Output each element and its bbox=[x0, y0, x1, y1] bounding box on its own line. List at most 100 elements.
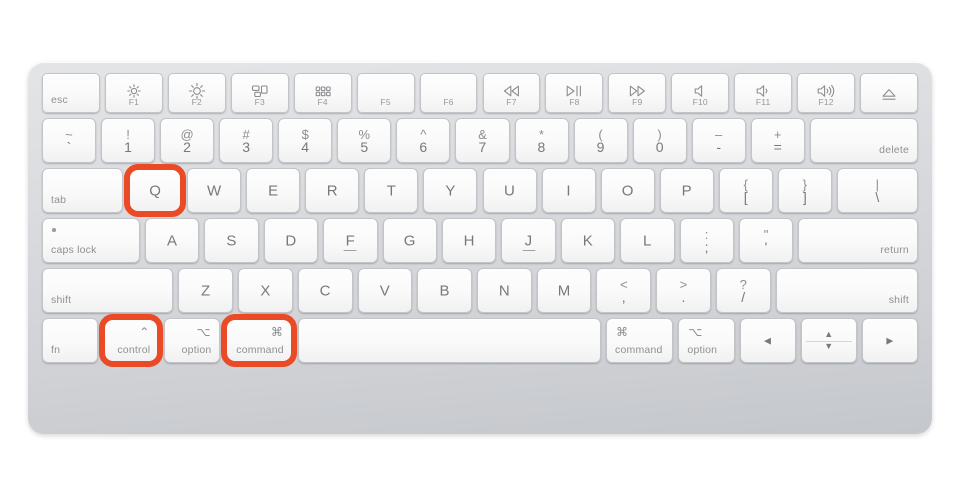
key-arrow-right[interactable]: ▶ bbox=[861, 318, 918, 363]
key-label: control bbox=[117, 343, 151, 356]
key-arrow-left[interactable]: ◀ bbox=[739, 318, 796, 363]
key-e[interactable]: E bbox=[246, 168, 301, 213]
key-control[interactable]: ⌃ control bbox=[103, 318, 160, 363]
key-backtick[interactable]: ~ ` bbox=[42, 118, 97, 163]
arrow-up-icon[interactable]: ▲ bbox=[802, 330, 856, 339]
key-quote[interactable]: " ' bbox=[738, 218, 794, 263]
key-f[interactable]: F bbox=[323, 218, 378, 263]
key-arrow-updown[interactable]: ▲ ▼ bbox=[800, 318, 857, 363]
key-period[interactable]: >. bbox=[656, 268, 711, 313]
key-command-right[interactable]: ⌘ command bbox=[606, 318, 674, 363]
key-bracket-left[interactable]: {[ bbox=[718, 168, 773, 213]
key-f12[interactable]: F12 bbox=[797, 73, 856, 113]
key-f4[interactable]: F4 bbox=[293, 73, 352, 113]
key-t[interactable]: T bbox=[364, 168, 419, 213]
key-caps-lock[interactable]: caps lock bbox=[42, 218, 140, 263]
key-caption: F6 bbox=[443, 96, 454, 107]
key-r[interactable]: R bbox=[305, 168, 360, 213]
arrow-down-icon[interactable]: ▼ bbox=[802, 342, 856, 351]
key-semicolon[interactable]: :; bbox=[679, 218, 734, 263]
key-label: Z bbox=[201, 282, 211, 299]
key-bracket-right[interactable]: }] bbox=[777, 168, 832, 213]
key-v[interactable]: V bbox=[357, 268, 413, 313]
key-one[interactable]: ! 1 bbox=[101, 118, 156, 163]
key-i[interactable]: I bbox=[541, 168, 596, 213]
key-f9[interactable]: F9 bbox=[608, 73, 667, 113]
key-label: P bbox=[681, 182, 692, 199]
key-a[interactable]: A bbox=[144, 218, 200, 263]
key-b[interactable]: B bbox=[417, 268, 472, 313]
key-shift-left[interactable]: shift bbox=[42, 268, 174, 313]
key-legend-lower: 2 bbox=[183, 138, 192, 155]
key-nine[interactable]: (9 bbox=[573, 118, 628, 163]
key-f5[interactable]: F5 bbox=[356, 73, 415, 113]
key-comma[interactable]: <, bbox=[596, 268, 652, 313]
key-minus[interactable]: – - bbox=[691, 118, 746, 163]
key-delete[interactable]: delete bbox=[809, 118, 918, 163]
key-five[interactable]: % 5 bbox=[337, 118, 392, 163]
key-tab[interactable]: tab bbox=[42, 168, 124, 213]
key-f7[interactable]: F7 bbox=[482, 73, 541, 113]
key-h[interactable]: H bbox=[441, 218, 497, 263]
key-q[interactable]: Q bbox=[128, 168, 183, 213]
key-j[interactable]: J bbox=[501, 218, 556, 263]
key-label: V bbox=[379, 282, 391, 299]
key-f11[interactable]: F11 bbox=[734, 73, 793, 113]
key-label: delete bbox=[879, 143, 909, 156]
key-legend-lower: 6 bbox=[419, 138, 428, 155]
key-caption: F3 bbox=[254, 96, 265, 107]
key-eight[interactable]: * 8 bbox=[514, 118, 569, 163]
key-g[interactable]: G bbox=[382, 218, 437, 263]
key-p[interactable]: P bbox=[659, 168, 714, 213]
key-equal[interactable]: + = bbox=[750, 118, 805, 163]
key-six[interactable]: ^ 6 bbox=[396, 118, 451, 163]
key-caption: F4 bbox=[317, 96, 328, 107]
key-seven[interactable]: & 7 bbox=[455, 118, 510, 163]
key-legend-lower: = bbox=[773, 138, 783, 155]
key-label: J bbox=[524, 232, 533, 249]
key-command-left[interactable]: ⌘ command bbox=[225, 318, 293, 363]
key-return[interactable]: return bbox=[798, 218, 918, 263]
key-l[interactable]: L bbox=[620, 218, 675, 263]
key-f8[interactable]: F8 bbox=[545, 73, 604, 113]
key-label: tab bbox=[51, 193, 67, 206]
modifier-glyph-icon: ⌥ bbox=[688, 325, 703, 339]
key-caption: F2 bbox=[191, 96, 202, 107]
key-space[interactable] bbox=[297, 318, 601, 363]
key-option-right[interactable]: ⌥ option bbox=[678, 318, 735, 363]
key-n[interactable]: N bbox=[477, 268, 532, 313]
key-esc[interactable]: esc bbox=[42, 73, 100, 113]
key-k[interactable]: K bbox=[560, 218, 616, 263]
key-label: shift bbox=[888, 293, 909, 306]
key-f3[interactable]: F3 bbox=[230, 73, 289, 113]
key-slash[interactable]: ? / bbox=[715, 268, 771, 313]
key-two[interactable]: @2 bbox=[160, 118, 215, 163]
key-m[interactable]: M bbox=[536, 268, 592, 313]
key-f1[interactable]: F1 bbox=[104, 73, 163, 113]
key-option-left[interactable]: ⌥ option bbox=[164, 318, 221, 363]
key-legend-lower: 1 bbox=[124, 138, 133, 155]
key-c[interactable]: C bbox=[297, 268, 353, 313]
key-o[interactable]: O bbox=[600, 168, 655, 213]
modifier-glyph-icon: ⌃ bbox=[139, 325, 150, 339]
key-y[interactable]: Y bbox=[423, 168, 478, 213]
key-f6[interactable]: F6 bbox=[419, 73, 478, 113]
key-three[interactable]: #3 bbox=[219, 118, 274, 163]
key-f10[interactable]: F10 bbox=[671, 73, 730, 113]
key-z[interactable]: Z bbox=[178, 268, 234, 313]
key-s[interactable]: S bbox=[204, 218, 259, 263]
key-f2[interactable]: F2 bbox=[167, 73, 226, 113]
key-label: return bbox=[880, 243, 909, 256]
key-fn[interactable]: fn bbox=[42, 318, 99, 363]
key-d[interactable]: D bbox=[263, 218, 319, 263]
key-w[interactable]: W bbox=[187, 168, 242, 213]
key-shift-right[interactable]: shift bbox=[775, 268, 918, 313]
key-backslash[interactable]: | \ bbox=[836, 168, 918, 213]
key-legend-lower: 3 bbox=[242, 138, 251, 155]
key-u[interactable]: U bbox=[482, 168, 537, 213]
key-zero[interactable]: ) 0 bbox=[632, 118, 687, 163]
key-four[interactable]: $4 bbox=[278, 118, 333, 163]
key-label: option bbox=[181, 343, 212, 356]
key-x[interactable]: X bbox=[238, 268, 293, 313]
key-eject[interactable] bbox=[860, 73, 918, 113]
